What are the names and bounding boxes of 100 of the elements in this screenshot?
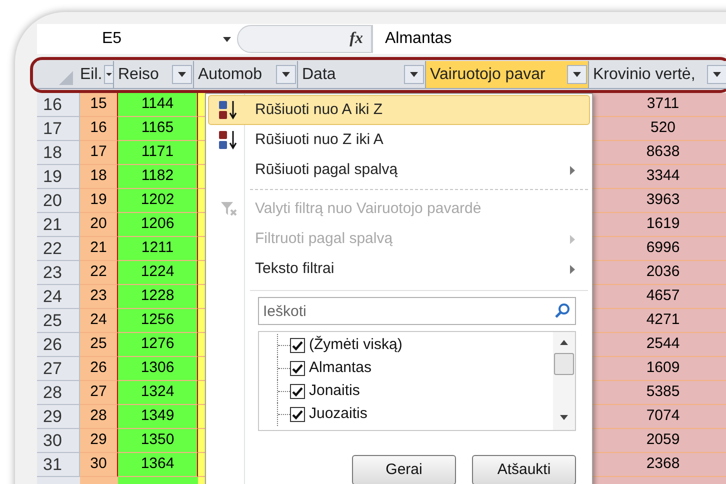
row-number: 29 [37,405,80,429]
table-cell: 8638 [593,141,726,165]
table-cell: 17 [80,141,118,165]
filter-dropdown-button[interactable] [567,65,587,84]
column-label: Vairuotojo pavar [430,64,546,84]
menu-item[interactable]: Rūšiuoti pagal spalvą [208,155,590,185]
filter-dropdown-button[interactable] [404,65,424,84]
scroll-down-icon[interactable] [560,415,568,420]
row-number: 31 [37,453,80,477]
menu-item-label: Rūšiuoti pagal spalvą [255,160,398,180]
row-number: 19 [37,165,80,189]
table-cell: 27 [80,381,118,405]
table-cell: 3344 [593,165,726,189]
row-number: 25 [37,309,80,333]
check-icon [292,386,303,396]
filter-dropdown-button[interactable] [172,65,192,84]
checkbox[interactable] [290,338,305,353]
menu-item[interactable]: Teksto filtrai [208,254,590,284]
formula-field[interactable]: Almantas [372,25,726,53]
scrollbar[interactable] [553,332,575,430]
row-number: 24 [37,285,80,309]
table-cell: 1276 [118,333,198,357]
dialog-button[interactable]: Gerai [352,455,456,484]
row-number: 20 [37,189,80,213]
value-option[interactable]: Jonaitis [277,380,553,403]
row-number: 28 [37,381,80,405]
table-cell: 1364 [118,453,198,477]
value-option[interactable]: Juozaitis [277,403,553,426]
clear-filter-icon [220,201,238,217]
filter-dropdown-button[interactable] [276,65,296,84]
table-cell: 4271 [593,309,726,333]
table-cell: 1165 [118,117,198,141]
value-option[interactable]: Almantas [277,357,553,380]
table-cell: 1324 [118,381,198,405]
search-field[interactable]: Ieškoti [258,297,576,325]
row-number: 22 [37,237,80,261]
checkbox[interactable] [290,407,305,422]
table-cell: 24 [80,309,118,333]
table-cell: 1182 [118,165,198,189]
menu-item-label: Teksto filtrai [255,258,334,279]
menu-item[interactable]: Rūšiuoti nuo Z iki A [208,125,590,155]
menu-item-label: Rūšiuoti nuo A iki Z [255,100,383,120]
menu-item-label: Valyti filtrą nuo Vairuotojo pavardė [255,198,482,219]
table-cell: 19 [80,189,118,213]
table-cell: 15 [80,93,118,117]
column-label: Automob [198,64,262,84]
table-cell: 16 [80,117,118,141]
table-cell: 1144 [118,93,198,117]
row-number: 18 [37,141,80,165]
scroll-thumb[interactable] [554,353,574,375]
corner-triangle-icon [59,71,73,85]
checkbox[interactable] [290,384,305,399]
row-number: 21 [37,213,80,237]
function-button[interactable]: fx [350,27,363,51]
table-cell: 3711 [593,93,726,117]
table-cell: 520 [593,117,726,141]
table-cell: 1609 [593,357,726,381]
menu-item[interactable]: Rūšiuoti nuo A iki Z [208,95,590,125]
caret-icon [282,72,290,77]
dialog-button[interactable]: Atšaukti [472,455,576,484]
table-cell: 26 [80,357,118,381]
caret-icon [573,72,581,77]
column-header[interactable]: Vairuotojo pavar [426,61,589,88]
value-option[interactable]: (Žymėti viską) [277,334,553,357]
column-label: Eil. [80,64,102,84]
table-cell: 2036 [593,261,726,285]
table-cell: 30 [80,453,118,477]
row-number: 27 [37,357,80,381]
column-label: Krovinio vertė, [593,64,696,84]
table-cell: 18 [80,165,118,189]
filter-dropdown-button[interactable] [707,65,726,84]
table-cell: 2368 [593,453,726,477]
row-number: 16 [37,93,80,117]
checkbox[interactable] [290,361,305,376]
table-cell: 4657 [593,285,726,309]
table-cell: 1171 [118,141,198,165]
value-label: Jonaitis [309,381,360,402]
table-cell: 1211 [118,237,198,261]
table-cell: 5385 [593,381,726,405]
value-label: (Žymėti viską) [309,334,402,356]
table-cell: 1306 [118,357,198,381]
row-number: 23 [37,261,80,285]
name-box[interactable]: E5 [37,25,237,53]
caret-icon [410,72,418,77]
table-cell: 2544 [593,333,726,357]
row-number: 30 [37,429,80,453]
table-cell: 6996 [593,237,726,261]
menu-item-label: Rūšiuoti nuo Z iki A [255,130,384,150]
table-cell: 25 [80,333,118,357]
caret-icon [223,36,231,42]
table-cell: 20 [80,213,118,237]
table-cell: 7074 [593,405,726,429]
value-label: Juozaitis [309,404,368,424]
row-number: 17 [37,117,80,141]
scroll-up-icon[interactable] [560,340,568,345]
table-cell: 22 [80,261,118,285]
table-cell: 1256 [118,309,198,333]
table-cell: 1619 [593,213,726,237]
caret-icon [178,72,186,77]
table-cell: 3963 [593,189,726,213]
